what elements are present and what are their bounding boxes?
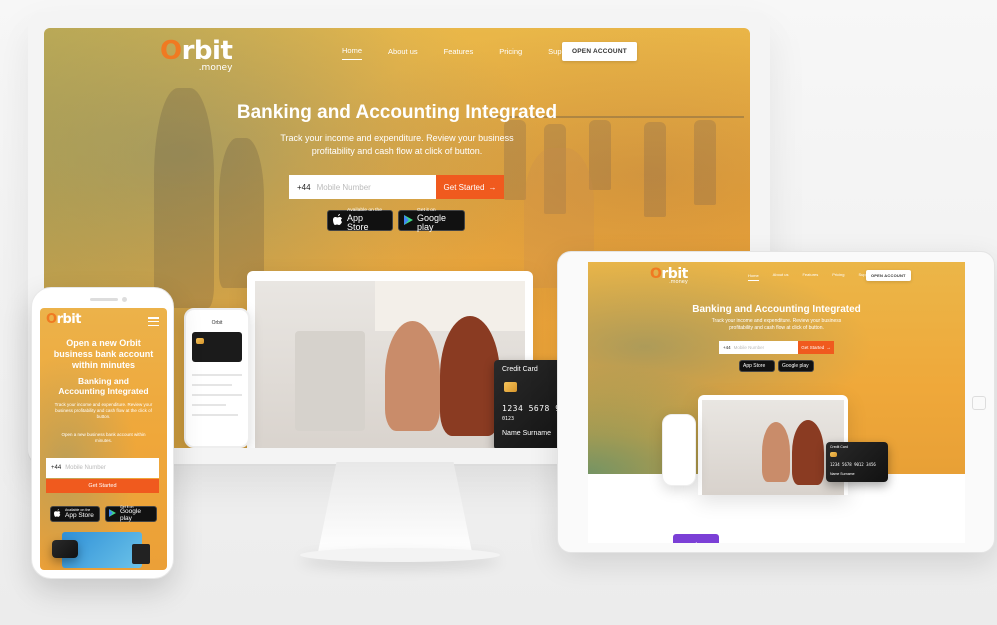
tablet-device: Orbit .money Home About us Features Pric… [557,251,995,553]
feature-tile: ✓ [673,534,719,543]
tablet-credit-card: Credit Card 1234 5678 9012 3456 Name Sur… [826,442,888,482]
mobile-number-input[interactable]: +44 Mobile Number [46,458,159,478]
hero-title: Banking and Accounting Integrated [236,102,558,123]
mobile-get-started-button[interactable]: Get Started [46,479,159,493]
tablet-nav: Home About us Features Pricing Support [748,272,873,281]
tablet-website: Orbit .money Home About us Features Pric… [588,262,965,543]
google-play-badge[interactable]: Get it on Google play [398,208,465,231]
check-icon: ✓ [691,540,699,543]
tablet-signup-form: +44 Mobile Number Get Started → [719,341,834,354]
mobile-app-store-badge[interactable]: Available on the App Store [50,506,100,522]
monitor-base [300,548,500,562]
google-play-icon [109,509,116,519]
tablet-open-account-button[interactable]: OPEN ACCOUNT [866,270,911,281]
nav-features[interactable]: Features [444,47,474,60]
mobile-google-play-badge[interactable]: Get it on Google play [105,505,157,522]
tablet-hero-title: Banking and Accounting Integrated [692,304,861,315]
open-account-button[interactable]: OPEN ACCOUNT [562,42,637,61]
card-chip-icon [504,382,517,392]
device-mockup-scene: Orbit .money Home About us Features Pric… [0,0,997,625]
mobile-website: Orbit Open a new Orbit business bank acc… [40,308,167,570]
tablet-google-play-badge[interactable]: Google play [778,360,814,372]
hero-description: Track your income and expenditure. Revie… [280,133,514,156]
signup-form: +44 Mobile Number Get Started → [289,175,504,199]
hero-laptop-image [247,271,533,448]
mobile-brand-logo[interactable]: Orbit [46,312,81,327]
mobile-number-field[interactable]: +44 Mobile Number [289,175,436,199]
nav-pricing[interactable]: Pricing [499,47,522,60]
hamburger-icon[interactable] [148,317,159,326]
main-nav: Home About us Features Pricing Support [342,46,574,60]
app-store-badge[interactable]: Available on the App Store [327,208,393,231]
monitor-stand [318,462,472,552]
get-started-button[interactable]: Get Started → [436,175,504,199]
tablet-brand-logo[interactable]: Orbit .money [650,266,688,285]
tablet-app-store-badge[interactable]: App Store [739,360,775,372]
mobile-number-placeholder: Mobile Number [316,182,371,192]
arrow-right-icon: → [488,182,497,192]
apple-icon [54,509,61,519]
tablet-get-started-button[interactable]: Get Started → [798,341,834,354]
nav-about[interactable]: About us [388,47,418,60]
nav-home[interactable]: Home [342,46,363,60]
apple-icon [333,214,343,227]
couple-photo [255,281,525,448]
mobile-hero-desc2: Open a new business bank account within … [61,432,146,443]
mobile-hero-desc: Track your income and expenditure. Revie… [54,402,153,419]
hero-mini-phone: Orbit [184,308,250,448]
country-code: +44 [297,182,311,192]
google-play-icon [404,214,413,227]
brand-logo[interactable]: Orbit .money [160,36,233,73]
mobile-hero-title: Open a new Orbit business bank account w… [53,338,154,370]
card-holder-name: Name Surname [502,430,552,437]
tablet-home-button [972,396,986,410]
mobile-hero-subtitle: Banking and Accounting Integrated [58,376,149,396]
mobile-device: Orbit Open a new Orbit business bank acc… [31,287,174,579]
